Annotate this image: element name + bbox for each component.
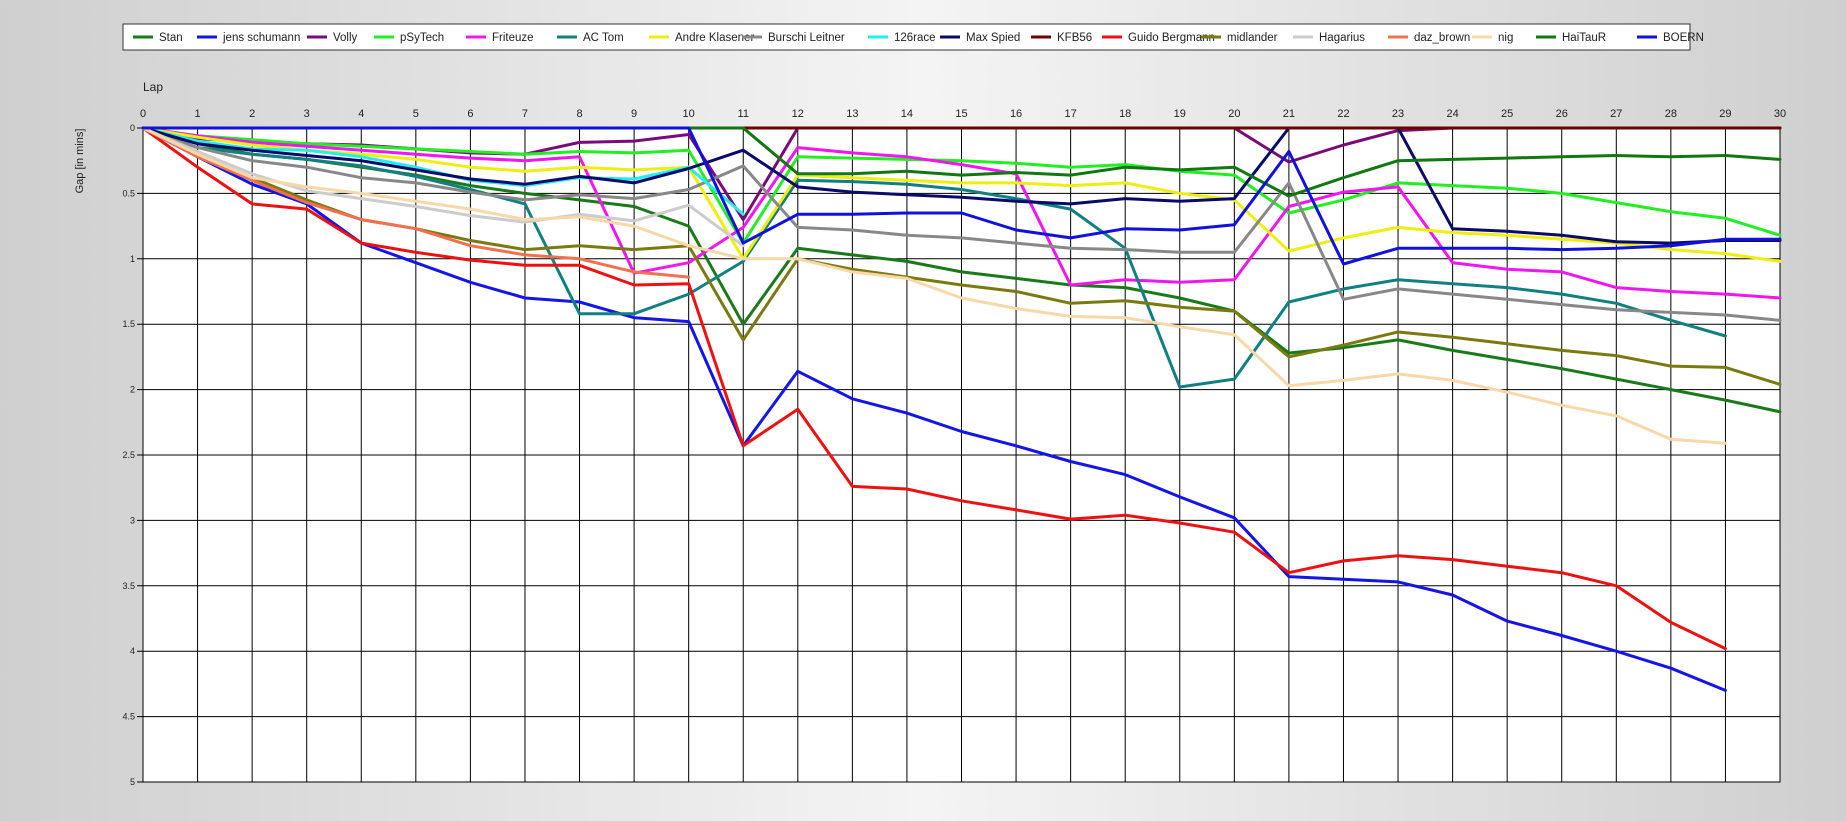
x-tick-label: 16 bbox=[1010, 108, 1022, 120]
x-tick-label: 28 bbox=[1665, 108, 1677, 120]
y-tick-label: 1.5 bbox=[122, 319, 135, 329]
gap-chart: Stan jens schumann Volly pSyTech Friteuze AC … bbox=[0, 0, 1846, 816]
x-tick-label: 0 bbox=[140, 108, 146, 120]
legend-label-nig: nig bbox=[1498, 32, 1513, 44]
x-tick-labels: 0 1 2 3 4 5 6 7 8 9 10 11 12 13 14 15 16 17 18 19 20 21 22 23 24… bbox=[140, 108, 1786, 120]
legend-label-haitaur: HaiTauR bbox=[1562, 32, 1606, 44]
y-axis-label: Gap [in mins] bbox=[74, 129, 86, 194]
legend-label-kfb56: KFB56 bbox=[1057, 32, 1092, 44]
grid bbox=[137, 127, 1781, 783]
x-tick-label: 26 bbox=[1556, 108, 1568, 120]
x-tick-label: 6 bbox=[467, 108, 473, 120]
x-tick-label: 12 bbox=[792, 108, 804, 120]
x-tick-label: 30 bbox=[1774, 108, 1786, 120]
x-tick-label: 18 bbox=[1119, 108, 1131, 120]
x-tick-label: 20 bbox=[1228, 108, 1240, 120]
legend-label-psytech: pSyTech bbox=[400, 32, 444, 44]
x-tick-label: 5 bbox=[413, 108, 419, 120]
legend-label-ac-tom: AC Tom bbox=[583, 32, 624, 44]
y-tick-label: 0.5 bbox=[122, 188, 135, 198]
legend-label-burschi-leitner: Burschi Leitner bbox=[768, 32, 845, 44]
y-tick-label: 4.5 bbox=[122, 712, 135, 722]
y-tick-label: 2.5 bbox=[122, 450, 135, 460]
legend-label-midlander: midlander bbox=[1227, 32, 1278, 44]
legend-label-jens-schumann: jens schumann bbox=[222, 32, 300, 44]
legend-label-hagarius: Hagarius bbox=[1319, 32, 1365, 44]
x-tick-label: 11 bbox=[738, 108, 749, 120]
x-tick-label: 4 bbox=[358, 108, 364, 120]
x-axis-label: Lap bbox=[143, 80, 163, 94]
x-tick-label: 25 bbox=[1501, 108, 1513, 120]
x-tick-label: 27 bbox=[1610, 108, 1622, 120]
legend: Stan jens schumann Volly pSyTech Friteuze AC … bbox=[122, 23, 1704, 51]
x-tick-label: 17 bbox=[1065, 108, 1077, 120]
x-tick-label: 22 bbox=[1337, 108, 1349, 120]
x-tick-label: 21 bbox=[1283, 108, 1295, 120]
legend-label-stan: Stan bbox=[159, 32, 183, 44]
legend-label-volly: Volly bbox=[333, 32, 358, 44]
legend-label-friteuze: Friteuze bbox=[492, 32, 534, 44]
x-tick-label: 2 bbox=[249, 108, 255, 120]
x-tick-label: 24 bbox=[1446, 108, 1458, 120]
legend-label-boern: BOERN bbox=[1663, 32, 1704, 44]
x-tick-label: 29 bbox=[1719, 108, 1731, 120]
x-tick-label: 1 bbox=[195, 108, 201, 120]
y-tick-label: 2 bbox=[130, 385, 135, 395]
legend-label-daz-brown: daz_brown bbox=[1414, 32, 1470, 44]
x-tick-label: 3 bbox=[304, 108, 310, 120]
x-tick-label: 9 bbox=[631, 108, 637, 120]
x-tick-label: 13 bbox=[846, 108, 858, 120]
x-tick-label: 15 bbox=[955, 108, 967, 120]
y-tick-label: 4 bbox=[130, 646, 135, 656]
y-tick-label: 0 bbox=[130, 123, 135, 133]
chart-canvas: Stan jens schumann Volly pSyTech Friteuze AC … bbox=[74, 23, 1786, 787]
x-tick-label: 10 bbox=[683, 108, 695, 120]
y-tick-label: 5 bbox=[130, 777, 135, 787]
y-tick-labels: 0 0.5 1 1.5 2 2.5 3 3.5 4 4.5 5 bbox=[122, 123, 135, 787]
x-tick-label: 8 bbox=[576, 108, 582, 120]
legend-label-126race: 126race bbox=[894, 32, 936, 44]
x-tick-label: 14 bbox=[901, 108, 913, 120]
y-tick-label: 1 bbox=[130, 254, 135, 264]
legend-label-max-spied: Max Spied bbox=[966, 32, 1020, 44]
x-tick-label: 23 bbox=[1392, 108, 1404, 120]
y-tick-label: 3 bbox=[130, 515, 135, 525]
y-tick-label: 3.5 bbox=[122, 581, 135, 591]
x-tick-label: 19 bbox=[1174, 108, 1186, 120]
x-tick-label: 7 bbox=[522, 108, 528, 120]
